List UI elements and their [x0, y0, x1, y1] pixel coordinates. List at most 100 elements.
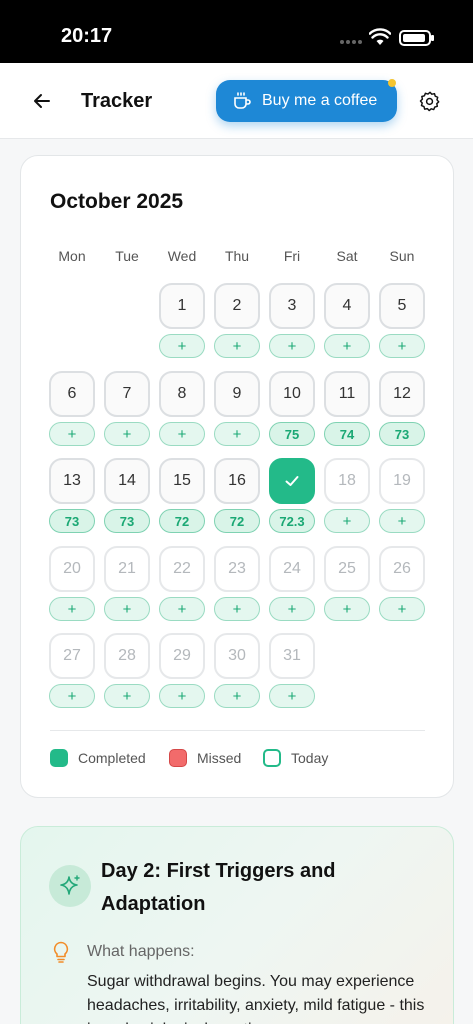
- coffee-cup-icon: [234, 92, 251, 109]
- entry-value-badge[interactable]: 73: [49, 509, 95, 533]
- calendar-day[interactable]: 24: [269, 546, 315, 592]
- calendar-day[interactable]: 19: [379, 458, 425, 504]
- back-arrow-icon[interactable]: [30, 89, 54, 113]
- calendar-day[interactable]: 4: [324, 283, 370, 329]
- page-title: Tracker: [81, 90, 153, 112]
- entry-value-badge[interactable]: 74: [324, 422, 370, 446]
- calendar-day[interactable]: 27: [49, 633, 95, 679]
- calendar-day[interactable]: 13: [49, 458, 95, 504]
- add-entry-button[interactable]: +: [104, 597, 150, 621]
- calendar-day[interactable]: 6: [49, 371, 95, 417]
- calendar-day[interactable]: 10: [269, 371, 315, 417]
- what-happens-label: What happens:: [87, 943, 195, 960]
- calendar-day[interactable]: 16: [214, 458, 260, 504]
- lightbulb-icon: [53, 941, 69, 963]
- calendar-card: October 2025 Mon Tue Wed Thu Fri Sat Sun 1 +2 +3 +…: [20, 155, 454, 798]
- weekday-label: Sat: [336, 248, 358, 264]
- entry-value-badge[interactable]: 72: [159, 509, 205, 533]
- calendar-day[interactable]: 7: [104, 371, 150, 417]
- calendar-day[interactable]: 3: [269, 283, 315, 329]
- calendar-day[interactable]: 5: [379, 283, 425, 329]
- calendar-day[interactable]: 15: [159, 458, 205, 504]
- signal-icon: [340, 40, 364, 46]
- weekday-label: Wed: [167, 248, 197, 264]
- calendar-day[interactable]: 31: [269, 633, 315, 679]
- add-entry-button[interactable]: +: [269, 597, 315, 621]
- add-entry-button[interactable]: +: [379, 509, 425, 533]
- month-title: October 2025: [50, 190, 184, 213]
- today-swatch: [263, 749, 281, 767]
- app-header: Tracker Buy me a coffee: [0, 63, 473, 139]
- divider: [50, 730, 425, 731]
- entry-value-badge[interactable]: 72.3: [269, 509, 315, 533]
- legend-missed-label: Missed: [197, 750, 242, 766]
- completed-swatch: [50, 749, 68, 767]
- daily-tip-card: Day 2: First Triggers and Adaptation Wha…: [20, 826, 454, 1024]
- add-entry-button[interactable]: +: [379, 597, 425, 621]
- calendar-day[interactable]: 28: [104, 633, 150, 679]
- add-entry-button[interactable]: +: [324, 334, 370, 358]
- entry-value-badge[interactable]: 73: [379, 422, 425, 446]
- notification-dot: [388, 79, 396, 87]
- add-entry-button[interactable]: +: [49, 422, 95, 446]
- gear-icon[interactable]: [419, 90, 441, 112]
- calendar-day[interactable]: 14: [104, 458, 150, 504]
- add-entry-button[interactable]: +: [214, 597, 260, 621]
- battery-icon: [399, 30, 434, 46]
- buy-coffee-label: Buy me a coffee: [262, 92, 378, 109]
- entry-value-badge[interactable]: 73: [104, 509, 150, 533]
- legend-completed: Completed: [50, 749, 146, 767]
- check-icon: [285, 476, 299, 486]
- calendar-day[interactable]: 22: [159, 546, 205, 592]
- add-entry-button[interactable]: +: [49, 597, 95, 621]
- tip-body: Sugar withdrawal begins. You may experie…: [87, 973, 425, 1024]
- add-entry-button[interactable]: +: [159, 334, 205, 358]
- add-entry-button[interactable]: +: [324, 597, 370, 621]
- calendar-day[interactable]: 12: [379, 371, 425, 417]
- calendar-day[interactable]: 9: [214, 371, 260, 417]
- add-entry-button[interactable]: +: [159, 597, 205, 621]
- status-bar: 20:17: [0, 0, 473, 63]
- missed-swatch: [169, 749, 187, 767]
- day-title: Day 2: First Triggers and Adaptation: [101, 860, 336, 915]
- weekday-label: Sun: [389, 248, 415, 264]
- calendar-day[interactable]: 8: [159, 371, 205, 417]
- sparkle-icon: [60, 875, 80, 895]
- entry-value-badge[interactable]: 75: [269, 422, 315, 446]
- weekday-label: Thu: [224, 248, 250, 264]
- add-entry-button[interactable]: +: [49, 684, 95, 708]
- calendar-day[interactable]: 23: [214, 546, 260, 592]
- calendar-day[interactable]: 26: [379, 546, 425, 592]
- calendar-day[interactable]: 21: [104, 546, 150, 592]
- add-entry-button[interactable]: +: [214, 684, 260, 708]
- add-entry-button[interactable]: +: [269, 684, 315, 708]
- calendar-day[interactable]: 30: [214, 633, 260, 679]
- add-entry-button[interactable]: +: [379, 334, 425, 358]
- add-entry-button[interactable]: +: [324, 509, 370, 533]
- legend-missed: Missed: [169, 749, 241, 767]
- legend-today: Today: [263, 749, 328, 767]
- add-entry-button[interactable]: +: [104, 684, 150, 708]
- calendar-day[interactable]: 25: [324, 546, 370, 592]
- calendar-day[interactable]: 29: [159, 633, 205, 679]
- weekday-label: Fri: [283, 248, 301, 264]
- weekday-label: Tue: [115, 248, 139, 264]
- calendar-day[interactable]: 2: [214, 283, 260, 329]
- add-entry-button[interactable]: +: [104, 422, 150, 446]
- add-entry-button[interactable]: +: [159, 684, 205, 708]
- calendar-day[interactable]: 1: [159, 283, 205, 329]
- sparkle-badge: [49, 865, 91, 907]
- legend-completed-label: Completed: [78, 750, 146, 766]
- add-entry-button[interactable]: +: [214, 422, 260, 446]
- add-entry-button[interactable]: +: [269, 334, 315, 358]
- legend-today-label: Today: [291, 750, 329, 766]
- status-time: 20:17: [61, 25, 113, 47]
- add-entry-button[interactable]: +: [214, 334, 260, 358]
- calendar-day[interactable]: 11: [324, 371, 370, 417]
- entry-value-badge[interactable]: 72: [214, 509, 260, 533]
- add-entry-button[interactable]: +: [159, 422, 205, 446]
- calendar-day[interactable]: 18: [324, 458, 370, 504]
- calendar-day-today[interactable]: [269, 458, 315, 504]
- calendar-day[interactable]: 20: [49, 546, 95, 592]
- buy-coffee-button[interactable]: Buy me a coffee: [216, 79, 397, 122]
